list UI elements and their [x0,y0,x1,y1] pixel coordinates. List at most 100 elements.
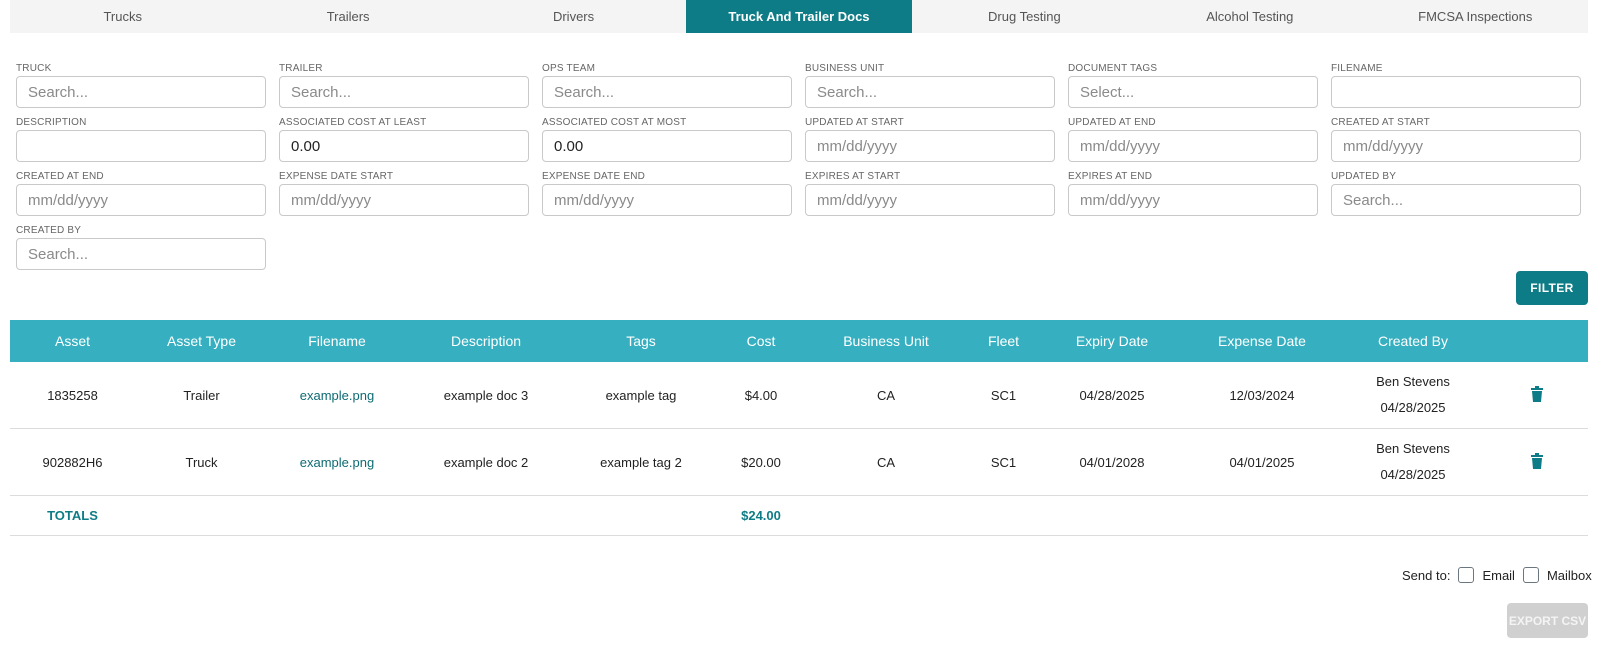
tab-trailers[interactable]: Trailers [235,0,460,33]
trash-icon[interactable] [1530,385,1543,405]
cell-cost: $20.00 [741,454,781,470]
tab-drug-testing[interactable]: Drug Testing [912,0,1137,33]
email-checkbox-label: Email [1482,567,1515,583]
filter-cost-at-most: ASSOCIATED COST AT MOST [542,116,792,162]
field-label: ASSOCIATED COST AT MOST [542,117,687,128]
document-tags-select[interactable] [1068,76,1318,108]
totals-label: TOTALS [47,508,98,523]
created-at-start-date-input[interactable] [1331,130,1581,162]
filter-cost-at-least: ASSOCIATED COST AT LEAST [279,116,529,162]
created-at-end-date-input[interactable] [16,184,266,216]
field-label: DOCUMENT TAGS [1068,63,1158,74]
cell-expiry-date: 04/28/2025 [1079,387,1145,403]
tab-truck-and-trailer-docs[interactable]: Truck And Trailer Docs [686,0,912,33]
field-label: ASSOCIATED COST AT LEAST [279,117,427,128]
column-header-description[interactable]: Description [406,333,566,349]
export-csv-button[interactable]: EXPORT CSV [1507,603,1588,638]
column-header-asset[interactable]: Asset [10,333,135,349]
expires-at-end-date-input[interactable] [1068,184,1318,216]
expense-date-end-input[interactable] [542,184,792,216]
field-label: EXPENSE DATE START [279,171,394,182]
cell-asset-type: Trailer [183,387,220,403]
mailbox-checkbox-label: Mailbox [1546,567,1592,583]
tab-fmcsa-inspections[interactable]: FMCSA Inspections [1363,0,1588,33]
send-to-options: Send to: Email Mailbox [1402,567,1592,583]
filter-filename: FILENAME [1331,62,1581,108]
field-label: EXPIRES AT START [805,171,901,182]
cell-created-by: Ben Stevens 04/28/2025 [1341,436,1485,488]
filter-created-at-end: CREATED AT END [16,170,266,216]
filter-updated-at-end: UPDATED AT END [1068,116,1318,162]
cell-expense-date: 12/03/2024 [1229,387,1295,403]
updated-by-search-input[interactable] [1331,184,1581,216]
filter-created-at-start: CREATED AT START [1331,116,1581,162]
field-label: UPDATED AT END [1068,117,1156,128]
field-label: EXPIRES AT END [1068,171,1153,182]
expires-at-start-date-input[interactable] [805,184,1055,216]
filename-link[interactable]: example.png [300,455,374,470]
column-header-business-unit[interactable]: Business Unit [806,333,966,349]
mailbox-checkbox[interactable] [1522,567,1539,583]
created-date: 04/28/2025 [1380,400,1446,415]
filename-input[interactable] [1331,76,1581,108]
field-label: TRUCK [16,63,52,74]
cell-asset: 902882H6 [42,454,103,470]
column-header-expiry-date[interactable]: Expiry Date [1041,333,1183,349]
created-by-search-input[interactable] [16,238,266,270]
column-header-expense-date[interactable]: Expense Date [1183,333,1341,349]
tab-alcohol-testing[interactable]: Alcohol Testing [1137,0,1362,33]
cell-business-unit: CA [876,454,896,470]
table-header: Asset Asset Type Filename Description Ta… [10,320,1588,362]
filter-expense-date-end: EXPENSE DATE END [542,170,792,216]
column-header-cost[interactable]: Cost [716,333,806,349]
column-header-created-by[interactable]: Created By [1341,333,1485,349]
field-label: BUSINESS UNIT [805,63,885,74]
filter-expires-at-start: EXPIRES AT START [805,170,1055,216]
totals-cost: $24.00 [741,508,781,523]
filter-description: DESCRIPTION [16,116,266,162]
tab-trucks[interactable]: Trucks [10,0,235,33]
trailer-search-input[interactable] [279,76,529,108]
filter-expires-at-end: EXPIRES AT END [1068,170,1318,216]
business-unit-search-input[interactable] [805,76,1055,108]
cell-tags: example tag [605,387,677,403]
description-input[interactable] [16,130,266,162]
filter-updated-by: UPDATED BY [1331,170,1581,216]
field-label: OPS TEAM [542,63,596,74]
filter-trailer: TRAILER [279,62,529,108]
created-date: 04/28/2025 [1380,467,1446,482]
column-header-filename[interactable]: Filename [268,333,406,349]
field-label: DESCRIPTION [16,117,87,128]
field-label: UPDATED BY [1331,171,1397,182]
filter-document-tags: DOCUMENT TAGS [1068,62,1318,108]
table-row: 902882H6 Truck example.png example doc 2… [10,429,1588,496]
filter-button[interactable]: FILTER [1516,271,1588,305]
cell-fleet: SC1 [990,454,1017,470]
trash-icon[interactable] [1530,452,1543,472]
cell-created-by: Ben Stevens 04/28/2025 [1341,369,1485,421]
cell-asset: 1835258 [47,387,98,403]
cell-description: example doc 2 [443,454,529,470]
table-row: 1835258 Trailer example.png example doc … [10,362,1588,429]
cell-business-unit: CA [876,387,896,403]
column-header-tags[interactable]: Tags [566,333,716,349]
cell-expiry-date: 04/01/2028 [1079,454,1145,470]
cell-fleet: SC1 [990,387,1017,403]
filter-business-unit: BUSINESS UNIT [805,62,1055,108]
cost-at-most-input[interactable] [542,130,792,162]
filter-ops-team: OPS TEAM [542,62,792,108]
tab-drivers[interactable]: Drivers [461,0,686,33]
column-header-fleet[interactable]: Fleet [966,333,1041,349]
ops-team-search-input[interactable] [542,76,792,108]
email-checkbox[interactable] [1458,567,1475,583]
updated-at-end-date-input[interactable] [1068,130,1318,162]
cost-at-least-input[interactable] [279,130,529,162]
documents-table: Asset Asset Type Filename Description Ta… [10,320,1588,536]
updated-at-start-date-input[interactable] [805,130,1055,162]
filter-panel: TRUCK TRAILER OPS TEAM BUSINESS UNIT DOC… [16,62,1582,270]
expense-date-start-input[interactable] [279,184,529,216]
truck-search-input[interactable] [16,76,266,108]
filter-expense-date-start: EXPENSE DATE START [279,170,529,216]
column-header-asset-type[interactable]: Asset Type [135,333,268,349]
filename-link[interactable]: example.png [300,388,374,403]
